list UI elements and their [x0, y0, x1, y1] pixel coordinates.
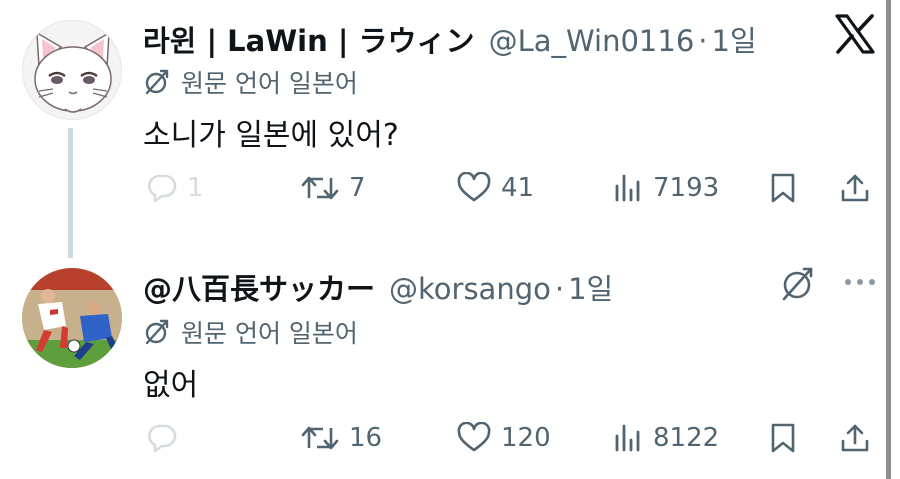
separator-dot: ·: [554, 272, 565, 306]
more-options-icon[interactable]: [843, 270, 877, 298]
tweet-time[interactable]: 1일: [568, 266, 613, 308]
analytics-icon: [615, 174, 640, 202]
share-icon: [841, 424, 869, 452]
x-logo-icon[interactable]: [834, 14, 876, 54]
reply-button[interactable]: 1: [146, 172, 204, 204]
tweet-header: @八百長サッカー @korsango · 1일: [143, 266, 613, 308]
thread-connector-line: [68, 128, 73, 258]
retweet-icon: [301, 176, 339, 200]
soccer-players-avatar-icon: [22, 268, 122, 368]
heart-icon: [457, 422, 491, 452]
bookmark-icon: [771, 423, 795, 453]
like-button[interactable]: 41: [456, 172, 534, 204]
analytics-icon: [615, 424, 640, 452]
tweet-header: 라윈 | LaWin | ラウィン @La_Win0116 · 1일: [143, 18, 757, 60]
retweet-button[interactable]: 16: [300, 422, 382, 454]
translate-label: 원문 언어 일본어: [181, 69, 358, 98]
retweet-count: 7: [349, 173, 366, 203]
like-count: 41: [501, 173, 535, 203]
bookmark-button[interactable]: [768, 422, 798, 454]
views-button[interactable]: 8122: [612, 422, 719, 454]
view-count: 8122: [653, 423, 720, 453]
reply-button[interactable]: [146, 422, 187, 454]
retweet-count: 16: [349, 423, 383, 453]
separator-dot: ·: [698, 24, 708, 58]
tweet-text: 소니가 일본에 있어?: [143, 118, 399, 153]
heart-icon: [457, 172, 491, 202]
tweet-text: 없어: [143, 368, 199, 403]
translate-icon: [145, 69, 169, 95]
grok-icon[interactable]: [778, 264, 818, 308]
retweet-button[interactable]: 7: [300, 172, 366, 204]
bookmark-button[interactable]: [768, 172, 798, 204]
views-button[interactable]: 7193: [612, 172, 719, 204]
like-button[interactable]: 120: [456, 422, 551, 454]
retweet-icon: [301, 426, 339, 450]
author-handle[interactable]: @La_Win0116: [489, 24, 695, 58]
author-name[interactable]: @八百長サッカー: [143, 266, 375, 308]
like-count: 120: [501, 423, 551, 453]
white-cat-avatar-icon: [34, 31, 112, 113]
reply-icon: [148, 424, 177, 453]
scrollbar-edge[interactable]: [886, 0, 891, 479]
translate-icon: [145, 319, 169, 345]
tweet-time[interactable]: 1일: [712, 18, 757, 60]
share-button[interactable]: [839, 422, 871, 454]
bookmark-icon: [771, 173, 795, 203]
avatar[interactable]: [22, 20, 122, 120]
view-count: 7193: [653, 173, 720, 203]
reply-count: 1: [187, 173, 204, 203]
author-name[interactable]: 라윈 | LaWin | ラウィン: [143, 18, 475, 60]
translate-label: 원문 언어 일본어: [181, 319, 358, 348]
reply-icon: [148, 174, 177, 203]
share-icon: [841, 174, 869, 202]
translate-link[interactable]: 원문 언어 일본어: [143, 314, 358, 350]
translate-link[interactable]: 원문 언어 일본어: [143, 64, 358, 100]
share-button[interactable]: [839, 172, 871, 204]
avatar[interactable]: [22, 268, 122, 368]
author-handle[interactable]: @korsango: [389, 272, 551, 306]
